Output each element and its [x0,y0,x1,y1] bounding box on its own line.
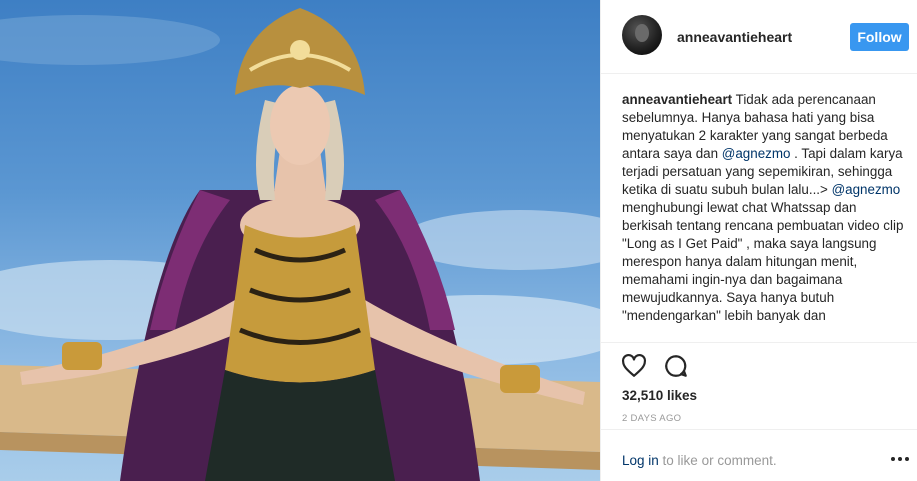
comment-login-row: Log in to like or comment. [601,429,917,481]
heart-icon[interactable] [621,353,647,379]
post-actions: 32,510 likes 2 DAYS AGO Log in to like o… [601,342,917,481]
mention-link[interactable]: @agnezmo [722,146,791,161]
caption-username-link[interactable]: anneavantieheart [622,92,732,107]
username-link[interactable]: anneavantieheart [677,29,792,45]
follow-button[interactable]: Follow [850,23,909,51]
caption: anneavantieheart Tidak ada perencanaan s… [622,91,904,346]
avatar[interactable] [622,15,662,55]
mention-link[interactable]: @agnezmo [832,182,901,197]
post-header: anneavantieheart Follow [601,0,917,74]
photo-illustration [0,8,600,481]
post-timestamp[interactable]: 2 DAYS AGO [622,413,681,424]
caption-text: menghubungi lewat chat Whatssap dan berk… [622,200,904,323]
post-sidebar: anneavantieheart Follow anneavantieheart… [600,0,917,481]
likes-count[interactable]: 32,510 likes [622,388,697,403]
comment-bubble-icon[interactable] [663,353,689,379]
more-options-icon[interactable] [890,453,910,465]
login-prompt-text: to like or comment. [658,453,777,468]
post-photo[interactable] [0,0,600,481]
login-prompt: Log in to like or comment. [622,453,777,468]
login-link[interactable]: Log in [622,453,659,468]
